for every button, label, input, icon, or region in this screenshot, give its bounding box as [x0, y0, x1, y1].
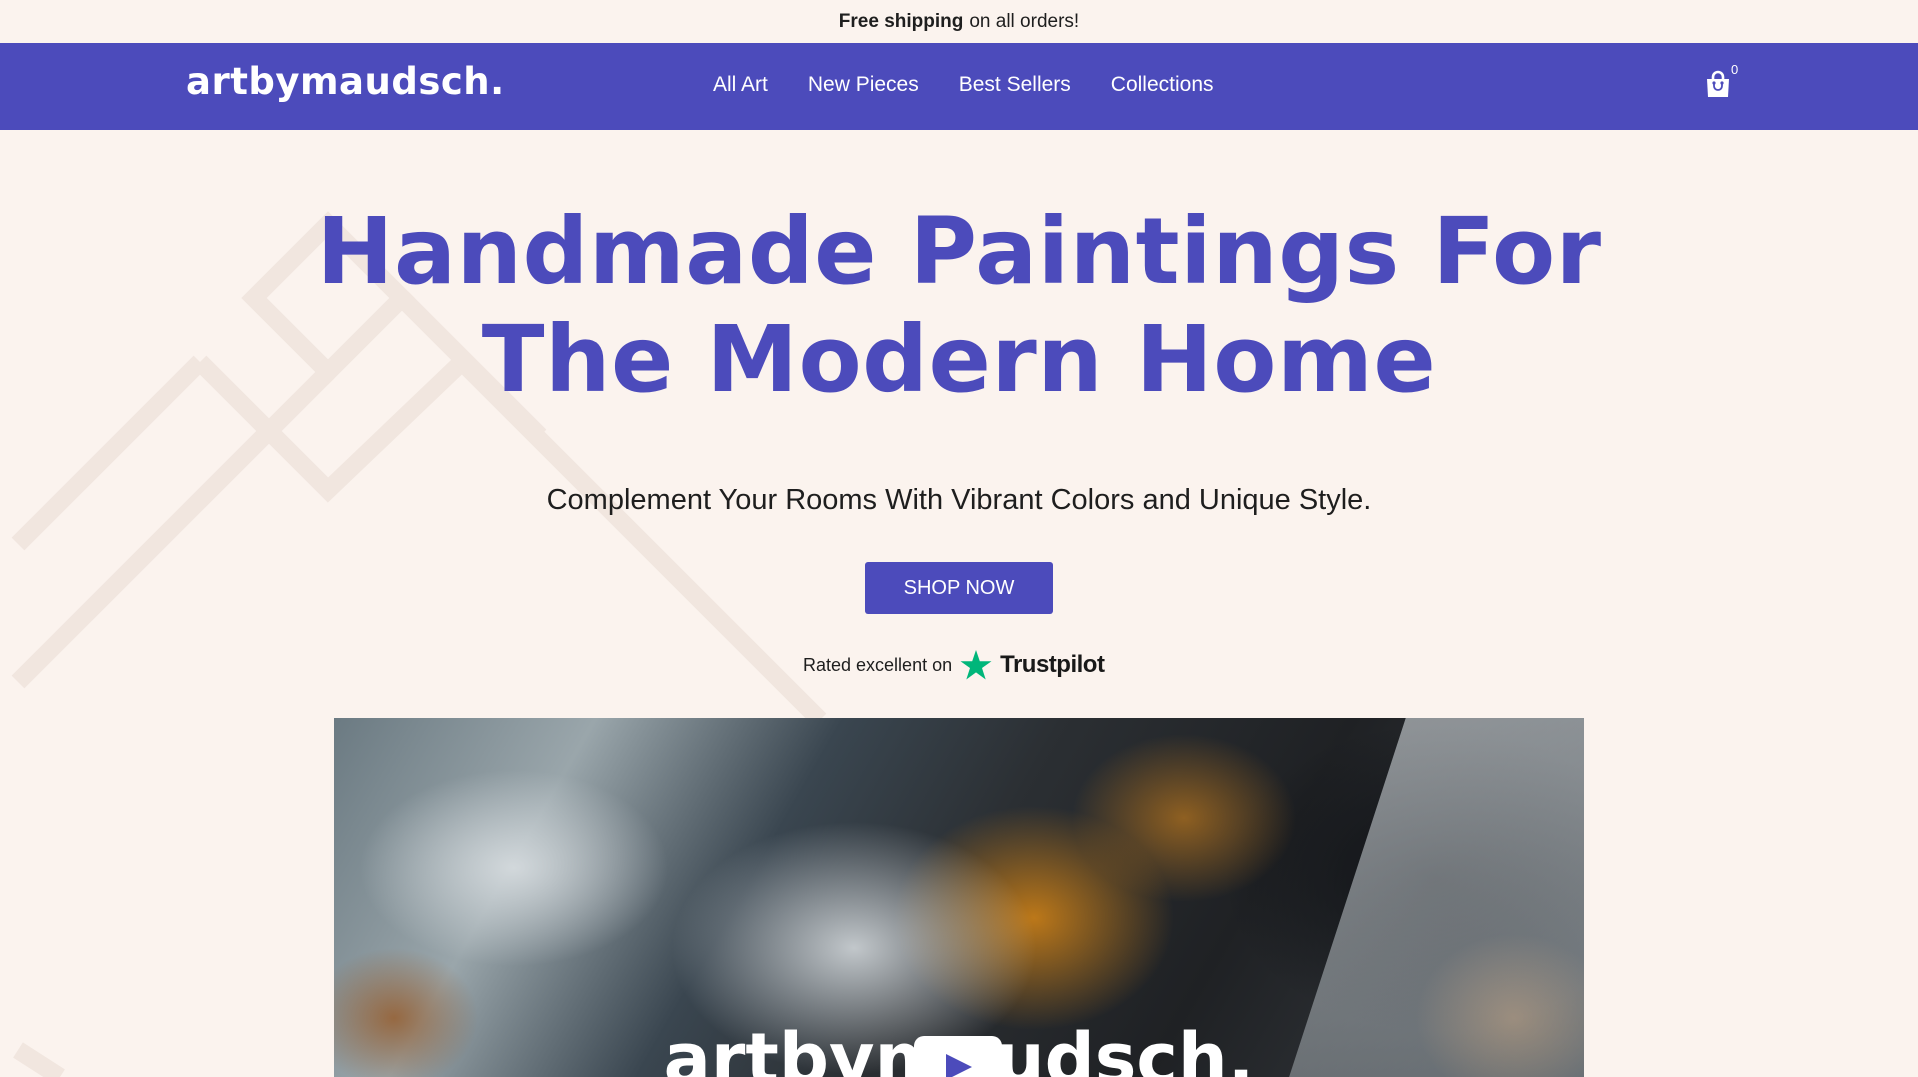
hero-title-line-2: The Modern Home [481, 306, 1437, 413]
play-button[interactable] [914, 1036, 1002, 1077]
announcement-bold: Free shipping [838, 10, 964, 32]
hero-title: Handmade Paintings For The Modern Home [0, 198, 1918, 414]
hero-video[interactable]: artbymaudsch. [334, 718, 1584, 1077]
nav-links: All Art New Pieces Best Sellers Collecti… [713, 73, 1214, 97]
trust-text: Rated excellent on [803, 654, 953, 675]
star-icon [960, 650, 992, 680]
announcement-text: on all orders! [969, 10, 1080, 32]
nav-new-pieces[interactable]: New Pieces [808, 73, 919, 97]
trustpilot-logo: Trustpilot [1000, 651, 1105, 678]
hero-subtitle: Complement Your Rooms With Vibrant Color… [546, 484, 1372, 516]
nav-collections[interactable]: Collections [1111, 73, 1214, 97]
nav-all-art[interactable]: All Art [713, 73, 768, 97]
shopping-bag-icon [1707, 70, 1729, 97]
trustpilot-badge[interactable]: Rated excellent on Trustpilot [803, 644, 1105, 686]
main-navbar: artbymaudsch. All Art New Pieces Best Se… [0, 43, 1918, 130]
cart-count: 0 [1731, 62, 1739, 77]
hero-title-line-1: Handmade Paintings For [316, 198, 1602, 305]
nav-best-sellers[interactable]: Best Sellers [959, 73, 1071, 97]
play-icon [946, 1054, 972, 1077]
announcement-bar: Free shipping on all orders! [0, 0, 1918, 43]
site-logo[interactable]: artbymaudsch. [186, 60, 505, 103]
cart-button[interactable] [1705, 64, 1745, 104]
shop-now-button[interactable]: SHOP NOW [865, 562, 1053, 614]
